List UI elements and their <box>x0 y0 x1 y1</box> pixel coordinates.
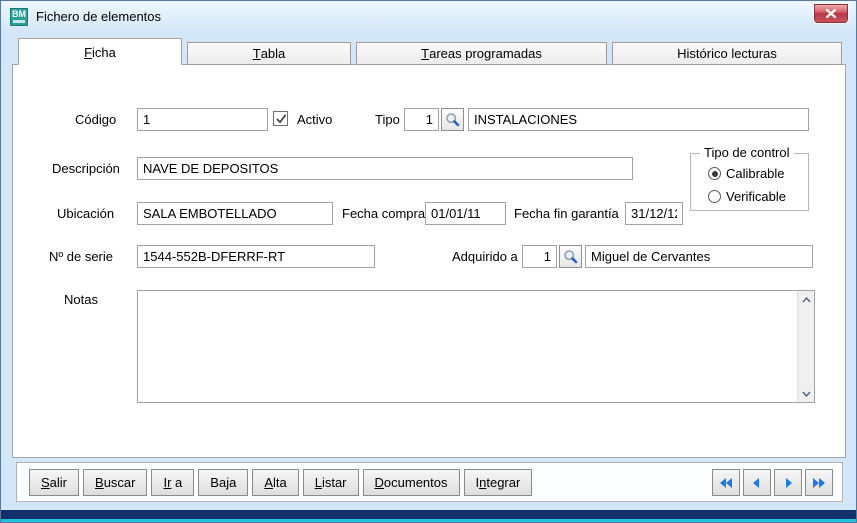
tab-ficha[interactable]: Ficha <box>18 38 182 65</box>
notas-field <box>137 290 815 403</box>
descripcion-label: Descripción <box>52 161 120 176</box>
notas-textarea[interactable] <box>138 291 795 402</box>
close-button[interactable] <box>814 4 848 23</box>
tab-strip: Ficha Tabla Tareas programadas Histórico… <box>18 38 847 65</box>
next-record-button[interactable] <box>774 469 802 496</box>
footer-button-bar: Salir Buscar Ir a Baja Alta Listar Docum… <box>16 462 843 502</box>
tab-tareas-programadas[interactable]: Tareas programadas <box>356 42 607 65</box>
app-logo-text: BM <box>12 10 26 19</box>
ir-a-button[interactable]: Ir a <box>151 469 194 496</box>
magnifier-icon <box>563 249 578 264</box>
tab-tabla[interactable]: Tabla <box>187 42 351 65</box>
app-logo-icon: BM <box>10 8 28 26</box>
tipo-de-control-legend: Tipo de control <box>700 145 794 160</box>
left-arrow-icon <box>749 475 765 491</box>
notas-label: Notas <box>64 292 98 307</box>
baja-button[interactable]: Baja <box>198 469 248 496</box>
adquirido-a-lookup-button[interactable] <box>559 245 582 268</box>
radio-verificable[interactable]: Verificable <box>708 189 786 204</box>
record-navigation <box>712 469 833 496</box>
codigo-input[interactable] <box>137 108 268 131</box>
tipo-label: Tipo <box>375 112 400 127</box>
activo-checkbox[interactable] <box>273 111 288 126</box>
listar-button[interactable]: Listar <box>303 469 359 496</box>
radio-calibrable-icon <box>708 167 721 180</box>
activo-label: Activo <box>297 112 332 127</box>
num-serie-input[interactable] <box>137 245 375 268</box>
checkmark-icon <box>275 113 287 124</box>
ubicacion-label: Ubicación <box>57 206 114 221</box>
double-left-arrow-icon <box>718 475 734 491</box>
ubicacion-input[interactable] <box>137 202 333 225</box>
fecha-compra-label: Fecha compra <box>342 206 425 221</box>
scroll-down-button[interactable] <box>798 385 815 402</box>
buscar-button[interactable]: Buscar <box>83 469 147 496</box>
double-right-arrow-icon <box>811 475 827 491</box>
right-arrow-icon <box>780 475 796 491</box>
tipo-lookup-button[interactable] <box>441 108 464 131</box>
chevron-up-icon <box>802 297 811 303</box>
radio-verificable-label: Verificable <box>726 189 786 204</box>
adquirido-a-label: Adquirido a <box>452 249 518 264</box>
tab-historico-lecturas[interactable]: Histórico lecturas <box>612 42 842 65</box>
salir-button[interactable]: Salir <box>29 469 79 496</box>
tipo-code-input[interactable] <box>404 108 439 131</box>
adquirido-a-name-input[interactable] <box>585 245 813 268</box>
close-icon <box>826 9 836 18</box>
radio-verificable-icon <box>708 190 721 203</box>
window-title: Fichero de elementos <box>36 9 161 24</box>
alta-button[interactable]: Alta <box>252 469 298 496</box>
notas-scrollbar[interactable] <box>797 291 814 402</box>
last-record-button[interactable] <box>805 469 833 496</box>
tipo-name-input[interactable] <box>468 108 809 131</box>
fecha-compra-input[interactable] <box>425 202 506 225</box>
scroll-up-button[interactable] <box>798 291 815 308</box>
title-bar: BM Fichero de elementos <box>1 1 856 32</box>
bottom-edge-strip <box>1 510 856 522</box>
dialog-window: BM Fichero de elementos Ficha Tabla Tare… <box>0 0 857 523</box>
ficha-tab-panel: Código Activo Tipo Descripción Tipo de c… <box>12 64 846 458</box>
fecha-fin-garantia-label: Fecha fin garantía <box>514 206 619 221</box>
magnifier-icon <box>445 112 460 127</box>
previous-record-button[interactable] <box>743 469 771 496</box>
radio-calibrable-label: Calibrable <box>726 166 785 181</box>
descripcion-input[interactable] <box>137 157 633 180</box>
first-record-button[interactable] <box>712 469 740 496</box>
fecha-fin-garantia-input[interactable] <box>625 202 683 225</box>
tipo-de-control-group: Tipo de control Calibrable Verificable <box>690 153 809 211</box>
chevron-down-icon <box>802 391 811 397</box>
documentos-button[interactable]: Documentos <box>363 469 460 496</box>
codigo-label: Código <box>75 112 116 127</box>
num-serie-label: Nº de serie <box>49 249 113 264</box>
adquirido-a-code-input[interactable] <box>522 245 557 268</box>
integrar-button[interactable]: Integrar <box>464 469 533 496</box>
radio-calibrable[interactable]: Calibrable <box>708 166 785 181</box>
